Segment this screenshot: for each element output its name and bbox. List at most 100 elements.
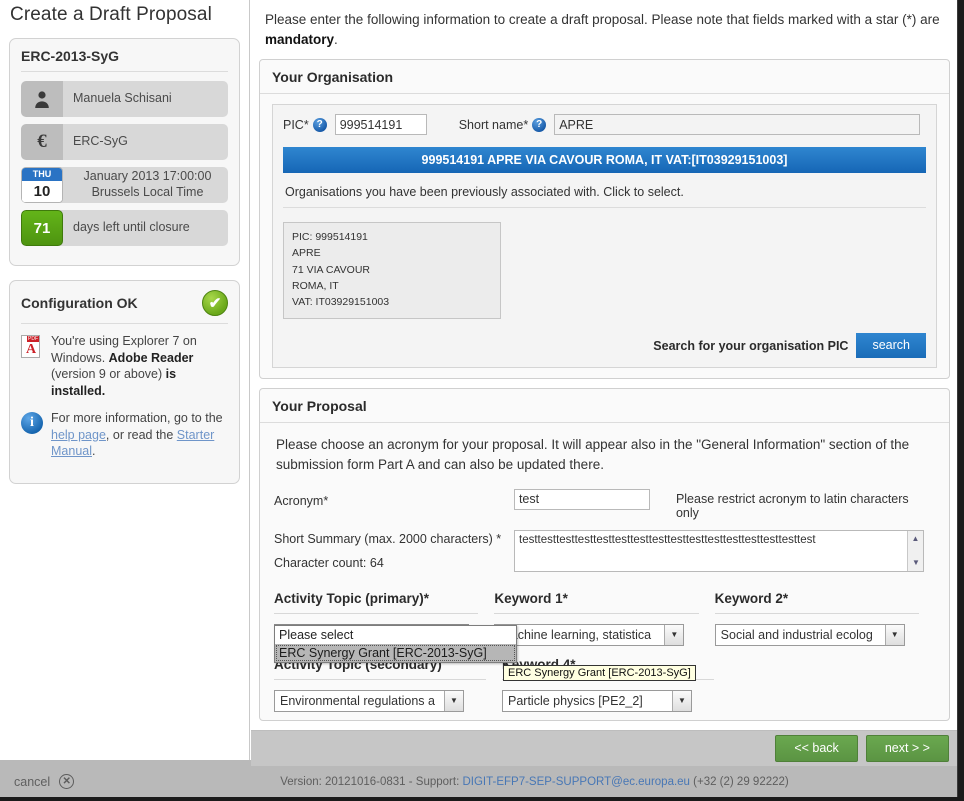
organisation-heading: Your Organisation bbox=[260, 60, 949, 95]
chevron-down-icon[interactable]: ▼ bbox=[672, 690, 691, 711]
pdf-icon bbox=[21, 333, 51, 399]
proposal-body: Please choose an acronym for your propos… bbox=[260, 423, 949, 719]
keyword-4-select[interactable]: Particle physics [PE2_2] ▼ bbox=[502, 689, 692, 712]
summary-char-count: Character count: 64 bbox=[274, 556, 384, 571]
pic-row: PIC* ? Short name* ? bbox=[283, 114, 926, 136]
next-button[interactable]: next > > bbox=[865, 735, 949, 762]
programme-name: ERC-SyG bbox=[73, 134, 128, 149]
selected-organisation-banner[interactable]: 999514191 APRE VIA CAVOUR ROMA, IT VAT:[… bbox=[283, 147, 926, 174]
user-icon bbox=[21, 81, 63, 117]
intro-suffix: . bbox=[334, 31, 338, 47]
application-page: Create a Draft Proposal ERC-2013-SyG Man… bbox=[0, 0, 958, 797]
acronym-row: Acronym* Please restrict acronym to lati… bbox=[274, 488, 935, 520]
sidebar: Create a Draft Proposal ERC-2013-SyG Man… bbox=[0, 0, 250, 760]
info-icon: i bbox=[21, 410, 51, 460]
cancel-label[interactable]: cancel bbox=[14, 775, 50, 789]
search-label: Search for your organisation PIC bbox=[653, 338, 849, 353]
help-page-link[interactable]: help page bbox=[51, 428, 106, 442]
configuration-panel: Configuration OK ✔ You're using Explorer… bbox=[9, 280, 240, 484]
chevron-down-icon[interactable]: ▼ bbox=[664, 624, 684, 645]
proposal-card: Your Proposal Please choose an acronym f… bbox=[259, 388, 950, 721]
scroll-up-icon[interactable]: ▲ bbox=[908, 531, 923, 547]
pic-help-icon[interactable]: ? bbox=[312, 117, 327, 132]
main-content: Please enter the following information t… bbox=[251, 0, 957, 730]
acronym-label: Acronym* bbox=[274, 493, 329, 508]
keyword-2-select[interactable]: Social and industrial ecolog ▼ bbox=[714, 623, 905, 646]
calendar-icon: THU 10 bbox=[21, 167, 63, 203]
action-bar: << back next > > bbox=[251, 730, 957, 766]
acronym-hint: Please restrict acronym to latin charact… bbox=[675, 491, 909, 520]
support-email-link[interactable]: DIGIT-EFP7-SEP-SUPPORT@ec.europa.eu bbox=[462, 776, 689, 788]
search-row: Search for your organisation PIC search bbox=[283, 333, 926, 359]
intro-prefix: Please enter the following information t… bbox=[265, 12, 940, 27]
chevron-down-icon[interactable]: ▼ bbox=[884, 624, 904, 645]
shortname-help-icon[interactable]: ? bbox=[532, 117, 547, 132]
organisation-result-text: PIC: 999514191 APRE 71 VIA CAVOUR ROMA, … bbox=[292, 231, 390, 309]
search-button[interactable]: search bbox=[856, 333, 926, 359]
page-title: Create a Draft Proposal bbox=[10, 4, 212, 25]
keyword-2-label: Keyword 2* bbox=[714, 591, 919, 614]
deadline-row: THU 10 January 2013 17:00:00 Brussels Lo… bbox=[21, 167, 228, 203]
shortname-input[interactable] bbox=[554, 114, 921, 136]
summary-textarea-wrap: testtesttesttesttesttesttesttesttesttest… bbox=[514, 529, 924, 577]
support-phone: (+32 (2) 29 92222) bbox=[689, 775, 789, 788]
browser-config-row: You're using Explorer 7 on Windows. Adob… bbox=[21, 333, 228, 399]
keyword-1-value: Machine learning, statistica bbox=[500, 627, 652, 642]
previous-organisations-note: Organisations you have been previously a… bbox=[283, 173, 926, 209]
acronym-input[interactable] bbox=[513, 488, 650, 510]
activity-topic-secondary-select[interactable]: Environmental regulations a ▼ bbox=[274, 689, 464, 712]
summary-scrollbar[interactable]: ▲ ▼ bbox=[907, 530, 924, 571]
configuration-title: Configuration OK bbox=[21, 295, 138, 311]
info-mid: , or read the bbox=[105, 427, 177, 442]
summary-row: Short Summary (max. 2000 characters) * C… bbox=[274, 529, 935, 577]
programme-row: € ERC-SyG bbox=[21, 124, 228, 160]
pic-input[interactable] bbox=[334, 114, 427, 136]
days-left-row: 71 days left until closure bbox=[21, 210, 228, 246]
activity-topic-primary-label: Activity Topic (primary)* bbox=[274, 591, 479, 614]
activity-topic-secondary-col: Activity Topic (secondary) Environmental… bbox=[274, 657, 502, 712]
intro-bold: mandatory bbox=[265, 31, 335, 47]
keyword-1-col: Keyword 1* Machine learning, statistica … bbox=[494, 591, 714, 646]
info-prefix: For more information, go to the bbox=[51, 411, 223, 425]
user-name: Manuela Schisani bbox=[73, 91, 172, 106]
more-info-text: For more information, go to the help pag… bbox=[51, 410, 228, 460]
days-left-icon: 71 bbox=[21, 210, 63, 246]
keyword-2-col: Keyword 2* Social and industrial ecolog … bbox=[714, 591, 935, 646]
pic-label: PIC* bbox=[283, 117, 309, 132]
summary-textarea[interactable]: testtesttesttesttesttesttesttesttesttest… bbox=[514, 529, 924, 572]
info-suffix: . bbox=[92, 444, 96, 458]
cfg-bold: Adobe Reader bbox=[108, 350, 194, 365]
call-info-panel: ERC-2013-SyG Manuela Schisani € ERC-SyG … bbox=[9, 38, 240, 266]
topics-section: Activity Topic (primary)* Please select … bbox=[274, 587, 935, 712]
organisation-body: PIC* ? Short name* ? 999514191 APRE VIA … bbox=[260, 94, 949, 378]
configuration-title-row: Configuration OK ✔ bbox=[21, 290, 228, 324]
more-info-row: i For more information, go to the help p… bbox=[21, 410, 228, 460]
user-row: Manuela Schisani bbox=[21, 81, 228, 117]
cancel-group[interactable]: cancel ✕ bbox=[0, 774, 251, 789]
footer: cancel ✕ Version: 20121016-0831 - Suppor… bbox=[0, 766, 957, 797]
organisation-inner: PIC* ? Short name* ? 999514191 APRE VIA … bbox=[272, 104, 937, 369]
scroll-down-icon[interactable]: ▼ bbox=[908, 555, 924, 571]
keyword-4-value: Particle physics [PE2_2] bbox=[508, 693, 643, 708]
chevron-down-icon[interactable]: ▼ bbox=[444, 690, 463, 711]
browser-config-text: You're using Explorer 7 on Windows. Adob… bbox=[51, 333, 228, 399]
dropdown-tooltip: ERC Synergy Grant [ERC-2013-SyG] bbox=[503, 664, 696, 681]
summary-label-block: Short Summary (max. 2000 characters) * C… bbox=[274, 530, 514, 574]
dropdown-option[interactable]: Please select bbox=[275, 626, 516, 644]
activity-topic-secondary-value: Environmental regulations a bbox=[280, 693, 435, 708]
organisation-result-card[interactable]: PIC: 999514191 APRE 71 VIA CAVOUR ROMA, … bbox=[283, 222, 501, 320]
shortname-label: Short name* bbox=[458, 117, 529, 132]
keyword-1-select[interactable]: Machine learning, statistica ▼ bbox=[494, 623, 685, 646]
intro-text: Please enter the following information t… bbox=[259, 6, 950, 59]
back-button[interactable]: << back bbox=[775, 735, 858, 762]
dropdown-option-selected[interactable]: ERC Synergy Grant [ERC-2013-SyG] bbox=[275, 643, 516, 662]
keyword-1-label: Keyword 1* bbox=[494, 591, 699, 614]
cfg-mid: (version 9 or above) bbox=[51, 367, 166, 381]
activity-topic-primary-dropdown-list[interactable]: Please select ERC Synergy Grant [ERC-201… bbox=[274, 624, 517, 663]
calendar-day: 10 bbox=[22, 181, 62, 202]
close-icon[interactable]: ✕ bbox=[59, 774, 75, 789]
deadline-text: January 2013 17:00:00 Brussels Local Tim… bbox=[83, 169, 212, 199]
calendar-weekday: THU bbox=[22, 168, 62, 181]
days-left-label: days left until closure bbox=[73, 220, 190, 235]
summary-label: Short Summary (max. 2000 characters) * bbox=[274, 531, 502, 546]
